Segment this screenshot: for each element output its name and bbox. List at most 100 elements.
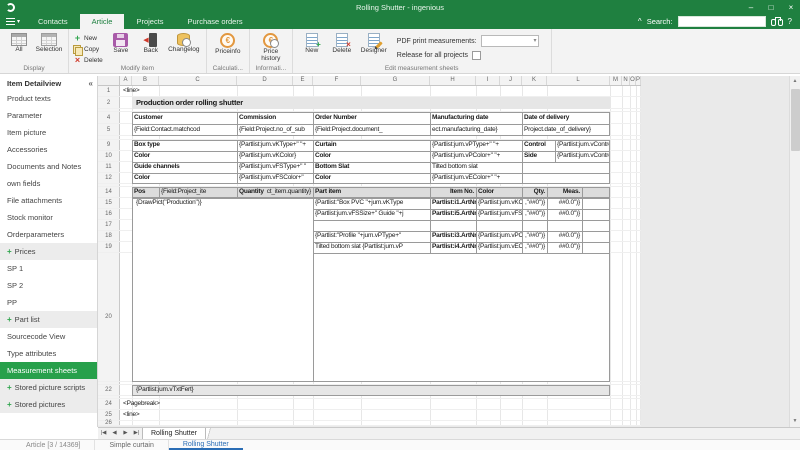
maximize-button[interactable]: □ bbox=[762, 1, 780, 14]
cell-f14[interactable]: Part item bbox=[313, 187, 430, 197]
sidebar-item-parameter[interactable]: Parameter bbox=[0, 107, 97, 124]
pdf-print-dropdown[interactable]: ▾ bbox=[481, 35, 539, 47]
cell-l19[interactable]: ##0.0")} bbox=[547, 242, 582, 252]
priceinfo-button[interactable]: € Priceinfo bbox=[211, 31, 245, 56]
vertical-scrollbar[interactable]: ▲ ▼ bbox=[789, 76, 800, 427]
scroll-down-icon[interactable]: ▼ bbox=[790, 416, 800, 427]
cell-b5[interactable]: {Field:Contact.matchcod bbox=[132, 124, 237, 135]
row-header[interactable]: 25 bbox=[98, 410, 120, 420]
collapse-ribbon-icon[interactable]: ^ bbox=[638, 17, 642, 26]
designer-button[interactable]: Designer bbox=[357, 31, 391, 55]
cell-k9[interactable]: Control bbox=[522, 140, 555, 150]
cell-l15[interactable]: ##0.0")} bbox=[547, 198, 582, 208]
cell-b9[interactable]: Box type bbox=[132, 140, 237, 150]
cell-k18[interactable]: ,"##0")} bbox=[522, 231, 547, 241]
row-header[interactable]: 12 bbox=[98, 173, 120, 183]
binoculars-icon[interactable] bbox=[771, 17, 783, 26]
cell-b14[interactable]: Pos bbox=[132, 187, 159, 197]
sidebar-item-measurement-sheets[interactable]: Measurement sheets bbox=[0, 362, 97, 379]
row-header[interactable]: 17 bbox=[98, 220, 120, 230]
row-header[interactable]: 19 bbox=[98, 242, 120, 252]
cell-b2-title[interactable]: Production order rolling shutter bbox=[134, 97, 434, 108]
tab-article[interactable]: Article bbox=[80, 14, 125, 29]
cell-h15[interactable]: Partlist:i1.ArtNr} bbox=[430, 198, 476, 208]
nav-next-sheet-icon[interactable]: ▶ bbox=[120, 428, 131, 439]
nav-last-sheet-icon[interactable]: ▶| bbox=[131, 428, 142, 439]
tab-contacts[interactable]: Contacts bbox=[26, 14, 80, 29]
row-header[interactable]: 9 bbox=[98, 140, 120, 150]
cell-b4[interactable]: Customer bbox=[132, 112, 237, 123]
row-header[interactable]: 4 bbox=[98, 112, 120, 123]
cell-d9[interactable]: {Partlist:jum.vKType+" "+ bbox=[237, 140, 313, 150]
cell-d10[interactable]: {Partlist:jum.vKColor} bbox=[237, 151, 313, 161]
cell-i14[interactable]: Color bbox=[476, 187, 522, 197]
cell-f16[interactable]: {Partlist:jum.vFSSize+" Guide "+j bbox=[313, 209, 430, 219]
close-button[interactable]: × bbox=[782, 1, 800, 14]
cell-i15[interactable]: {Partlist:jum.vKColor} bbox=[476, 198, 522, 208]
search-input[interactable] bbox=[678, 16, 766, 27]
all-button[interactable]: All bbox=[4, 31, 34, 54]
selection-button[interactable]: Selection bbox=[34, 31, 64, 54]
sidebar-item-sp2[interactable]: SP 2 bbox=[0, 277, 97, 294]
cell-f9[interactable]: Curtain bbox=[313, 140, 430, 150]
row-header[interactable]: 22 bbox=[98, 385, 120, 395]
cell-h4[interactable]: Manufacturing date bbox=[430, 112, 522, 123]
cell-l14[interactable]: Meas. bbox=[547, 187, 582, 197]
copy-item-button[interactable]: Copy bbox=[73, 44, 103, 54]
cell-d5[interactable]: {Field:Project.no_of_sub bbox=[237, 124, 313, 135]
sidebar-item-file-attachments[interactable]: File attachments bbox=[0, 192, 97, 209]
delete-item-button[interactable]: × Delete bbox=[73, 55, 103, 65]
new-item-button[interactable]: + New bbox=[73, 33, 103, 43]
cell-b22[interactable]: {Partlist:jum.vTxtFert} bbox=[134, 385, 334, 395]
cell-b15[interactable]: {DrawPict("Production")} bbox=[134, 198, 284, 208]
cell-f11[interactable]: Bottom Slat bbox=[313, 162, 430, 172]
sidebar-item-sourcecode-view[interactable]: Sourcecode View bbox=[0, 328, 97, 345]
sidebar-item-stored-pictures[interactable]: +Stored pictures bbox=[0, 396, 97, 413]
row-header[interactable]: 18 bbox=[98, 231, 120, 241]
cell-h11[interactable]: Tilted bottom slat bbox=[430, 162, 522, 172]
cell-k14[interactable]: Qty. bbox=[522, 187, 547, 197]
cell-l10[interactable]: {Partlist:jum.vControlSid bbox=[555, 151, 610, 161]
cell-a25[interactable]: <line> bbox=[121, 410, 181, 420]
row-header[interactable]: 11 bbox=[98, 162, 120, 172]
cell-k5[interactable]: Project.date_of_delivery} bbox=[522, 124, 610, 135]
cell-i18[interactable]: {Partlist:jum.vPColor} bbox=[476, 231, 522, 241]
row-header[interactable]: 10 bbox=[98, 151, 120, 161]
row-header[interactable]: 16 bbox=[98, 209, 120, 219]
cell-k4[interactable]: Date of delivery bbox=[522, 112, 610, 123]
cell-h19[interactable]: Partlist:i4.ArtNr} bbox=[430, 242, 476, 252]
collapse-sidebar-icon[interactable]: « bbox=[89, 79, 93, 88]
cell-h12[interactable]: {Partlist:jum.vEColor+" "+ bbox=[430, 173, 522, 183]
save-button[interactable]: Save bbox=[106, 31, 136, 55]
cell-a1[interactable]: <line> bbox=[121, 86, 181, 96]
row-header[interactable]: 26 bbox=[98, 421, 120, 425]
cell-f18[interactable]: {Partlist:"Profile "+jum.vPType+" bbox=[313, 231, 430, 241]
delete-sheet-button[interactable]: × Delete bbox=[327, 31, 357, 55]
cell-f4[interactable]: Order Number bbox=[313, 112, 430, 123]
sidebar-item-stock-monitor[interactable]: Stock monitor bbox=[0, 209, 97, 226]
cell-d11[interactable]: {Partlist:jum.vFSType+" " bbox=[237, 162, 313, 172]
scrollbar-thumb[interactable] bbox=[791, 89, 800, 151]
row-header[interactable]: 20 bbox=[98, 253, 120, 381]
cell-h9[interactable]: {Partlist:jum.vPType+" "+ bbox=[430, 140, 522, 150]
sidebar-item-part-list[interactable]: +Part list bbox=[0, 311, 97, 328]
cell-b12[interactable]: Color bbox=[132, 173, 237, 183]
cell-l18[interactable]: ##0.0")} bbox=[547, 231, 582, 241]
cell-f12[interactable]: Color bbox=[313, 173, 430, 183]
bottom-tab-rolling-shutter[interactable]: Rolling Shutter bbox=[169, 440, 243, 450]
scroll-up-icon[interactable]: ▲ bbox=[790, 76, 800, 87]
cell-h10[interactable]: {Partlist:jum.vPColor+" "+ bbox=[430, 151, 522, 161]
nav-first-sheet-icon[interactable]: |◀ bbox=[98, 428, 109, 439]
cell-f19[interactable]: Tilted bottom slat {Partlist:jum.vP bbox=[313, 242, 430, 252]
sidebar-item-accessories[interactable]: Accessories bbox=[0, 141, 97, 158]
help-icon[interactable]: ? bbox=[788, 17, 792, 26]
cell-a24[interactable]: <Pagebreak> bbox=[121, 399, 201, 409]
cell-l9[interactable]: {Partlist:jum.vControlTyp bbox=[555, 140, 610, 150]
sidebar-item-product-texts[interactable]: Product texts bbox=[0, 90, 97, 107]
minimize-button[interactable]: – bbox=[742, 1, 760, 14]
row-header[interactable]: 5 bbox=[98, 124, 120, 135]
cell-e14[interactable]: ct_item.quantity} bbox=[258, 187, 313, 197]
row-header[interactable]: 24 bbox=[98, 399, 120, 409]
cell-b11[interactable]: Guide channels bbox=[132, 162, 237, 172]
back-button[interactable]: Back bbox=[136, 31, 166, 55]
